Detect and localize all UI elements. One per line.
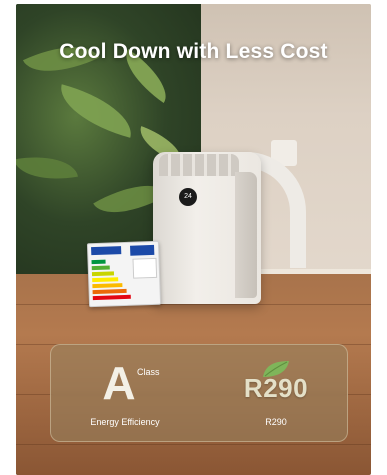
unit-side-panel [235, 172, 257, 298]
energy-efficiency-caption: Energy Efficiency [90, 417, 160, 427]
product-banner: Cool Down with Less Cost 24 A Class Ener… [16, 4, 371, 475]
air-vent-grille [159, 154, 239, 176]
rating-panel: A Class Energy Efficiency R290 R290 [50, 344, 348, 442]
temperature-display: 24 [179, 188, 197, 206]
portable-air-conditioner: 24 [153, 152, 261, 304]
energy-grade: A [102, 357, 136, 409]
headline: Cool Down with Less Cost [59, 40, 328, 63]
refrigerant-caption: R290 [265, 417, 287, 427]
grade-suffix: Class [137, 367, 160, 377]
refrigerant-name: R290 [243, 373, 309, 403]
energy-label-card [86, 240, 162, 308]
